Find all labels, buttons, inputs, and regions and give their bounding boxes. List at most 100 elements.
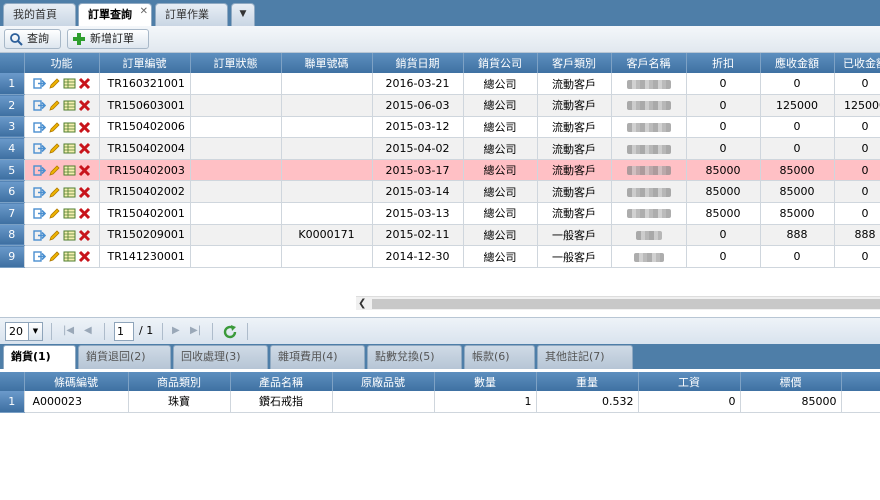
horizontal-scrollbar[interactable]: ❮ (356, 296, 880, 310)
enter-arrow-icon[interactable] (32, 121, 46, 134)
table-row[interactable]: 3 TR150402006 2015-03-12 總公司 流動客戶 0 0 0 (0, 116, 880, 139)
last-page-icon[interactable]: ▶| (190, 325, 201, 336)
col-header[interactable]: 產品名稱 (230, 372, 333, 391)
detail-tab[interactable]: 雜項費用(4) (270, 345, 365, 369)
col-header[interactable]: 客戶類別 (537, 53, 612, 73)
tab-order-query[interactable]: 訂單查詢 ✕ (78, 3, 152, 27)
close-icon[interactable]: ✕ (140, 1, 148, 22)
order-id: TR150603001 (99, 94, 191, 117)
pencil-icon[interactable] (48, 164, 61, 177)
detail-table: 條碼編號 商品類別 產品名稱 原廠品號 數量 重量 工資 標價 1 A000023… (0, 372, 880, 413)
col-header[interactable]: 數量 (434, 372, 537, 391)
tab-home[interactable]: 我的首頁 (3, 3, 76, 26)
pager-divider (162, 323, 163, 340)
delete-x-icon[interactable] (78, 99, 91, 112)
pencil-icon[interactable] (48, 186, 61, 199)
table-icon[interactable] (63, 142, 76, 155)
detail-tab[interactable]: 回收處理(3) (173, 345, 268, 369)
col-header[interactable]: 已收金額 (834, 53, 880, 73)
pencil-icon[interactable] (48, 229, 61, 242)
col-header[interactable]: 商品類別 (128, 372, 231, 391)
search-button[interactable]: 查詢 (4, 29, 61, 49)
pencil-icon[interactable] (48, 207, 61, 220)
col-header[interactable]: 聯單號碼 (281, 53, 373, 73)
table-row[interactable]: 9 TR141230001 2014-12-30 總公司 一般客戶 0 0 0 (0, 245, 880, 268)
table-icon[interactable] (63, 99, 76, 112)
table-row[interactable]: 7 TR150402001 2015-03-13 總公司 流動客戶 85000 85000 0 (0, 202, 880, 225)
col-header[interactable]: 重量 (536, 372, 639, 391)
col-header[interactable]: 銷貨日期 (372, 53, 464, 73)
page-size-value: 20 (9, 325, 23, 338)
detail-tab[interactable]: 銷貨退回(2) (78, 345, 171, 369)
tab-list-dropdown[interactable]: ▼ (231, 3, 255, 26)
delete-x-icon[interactable] (78, 250, 91, 263)
table-row[interactable]: 2 TR150603001 2015-06-03 總公司 流動客戶 0 125000 1250… (0, 94, 880, 117)
order-ref (281, 73, 373, 96)
col-header[interactable]: 工資 (638, 372, 741, 391)
detail-tab[interactable]: 帳款(6) (464, 345, 535, 369)
order-id: TR150402004 (99, 137, 191, 160)
table-row[interactable]: 1 TR160321001 2016-03-21 總公司 流動客戶 0 0 0 (0, 73, 880, 96)
col-header[interactable]: 標價 (740, 372, 842, 391)
next-page-icon[interactable]: ▶ (172, 325, 180, 336)
table-icon[interactable] (63, 77, 76, 90)
pencil-icon[interactable] (48, 99, 61, 112)
tab-order-work[interactable]: 訂單作業 (155, 3, 228, 26)
pencil-icon[interactable] (48, 142, 61, 155)
col-header[interactable]: 條碼編號 (24, 372, 129, 391)
enter-arrow-icon[interactable] (32, 229, 46, 242)
enter-arrow-icon[interactable] (32, 99, 46, 112)
table-row[interactable]: 5 TR150402003 2015-03-17 總公司 流動客戶 85000 85000 0 (0, 159, 880, 182)
table-icon[interactable] (63, 250, 76, 263)
detail-tab[interactable]: 銷貨(1) (3, 345, 76, 369)
enter-arrow-icon[interactable] (32, 164, 46, 177)
table-icon[interactable] (63, 186, 76, 199)
delete-x-icon[interactable] (78, 229, 91, 242)
order-discount: 85000 (686, 202, 761, 225)
order-amount-paid: 0 (834, 245, 880, 268)
pencil-icon[interactable] (48, 250, 61, 263)
table-icon[interactable] (63, 207, 76, 220)
pencil-icon[interactable] (48, 121, 61, 134)
table-icon[interactable] (63, 164, 76, 177)
table-row[interactable]: 8 TR150209001 K0000171 2015-02-11 總公司 一般客戶 0 88… (0, 224, 880, 247)
table-row[interactable]: 4 TR150402004 2015-04-02 總公司 流動客戶 0 0 0 (0, 137, 880, 160)
prev-page-icon[interactable]: ◀ (84, 325, 92, 336)
col-header[interactable]: 客戶名稱 (611, 53, 687, 73)
add-order-button[interactable]: 新增訂單 (67, 29, 149, 49)
col-header[interactable]: 功能 (24, 53, 100, 73)
scroll-left-icon[interactable]: ❮ (358, 297, 366, 311)
table-icon[interactable] (63, 229, 76, 242)
detail-tab[interactable]: 其他註記(7) (537, 345, 633, 369)
scrollbar-thumb[interactable] (372, 299, 880, 309)
pencil-icon[interactable] (48, 77, 61, 90)
table-icon[interactable] (63, 121, 76, 134)
order-company: 總公司 (463, 180, 538, 204)
col-header[interactable]: 銷貨公司 (463, 53, 538, 73)
delete-x-icon[interactable] (78, 186, 91, 199)
delete-x-icon[interactable] (78, 164, 91, 177)
delete-x-icon[interactable] (78, 77, 91, 90)
refresh-icon[interactable] (222, 324, 238, 340)
col-header[interactable]: 折扣 (686, 53, 761, 73)
delete-x-icon[interactable] (78, 142, 91, 155)
delete-x-icon[interactable] (78, 121, 91, 134)
col-header[interactable]: 原廠品號 (332, 372, 435, 391)
enter-arrow-icon[interactable] (32, 186, 46, 199)
col-header[interactable]: 訂單狀態 (190, 53, 282, 73)
first-page-icon[interactable]: |◀ (63, 325, 74, 336)
enter-arrow-icon[interactable] (32, 207, 46, 220)
page-number-input[interactable]: 1 (114, 322, 134, 341)
col-header[interactable]: 訂單編號 (99, 53, 191, 73)
page-size-select[interactable]: 20 ▼ (5, 322, 43, 341)
customer-name (611, 180, 687, 204)
detail-tab[interactable]: 點數兌換(5) (367, 345, 462, 369)
delete-x-icon[interactable] (78, 207, 91, 220)
enter-arrow-icon[interactable] (32, 77, 46, 90)
table-row[interactable]: 6 TR150402002 2015-03-14 總公司 流動客戶 85000 85000 0 (0, 180, 880, 204)
table-row[interactable]: 1 A000023 珠寶 鑽石戒指 1 0.532 0 85000 (0, 391, 880, 413)
enter-arrow-icon[interactable] (32, 250, 46, 263)
enter-arrow-icon[interactable] (32, 142, 46, 155)
row-number: 1 (0, 73, 25, 96)
col-header[interactable]: 應收金額 (760, 53, 835, 73)
